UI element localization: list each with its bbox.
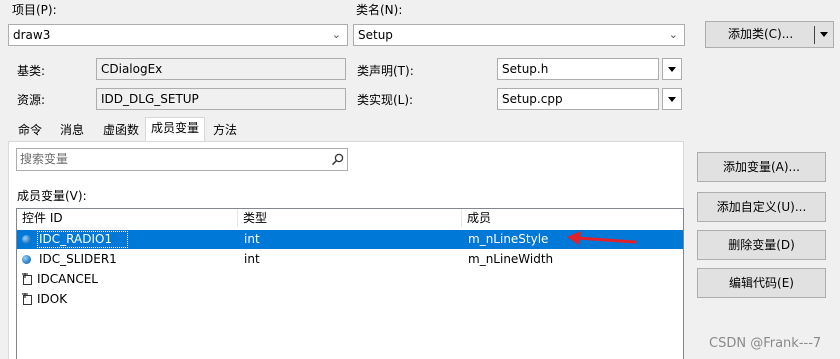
class-declaration-dropdown-button[interactable]: [662, 58, 682, 80]
column-header-member[interactable]: 成员: [467, 209, 491, 227]
control-icon: [22, 293, 32, 305]
row-type: int: [244, 252, 260, 266]
row-control-id: IDC_RADIO1: [39, 232, 113, 246]
add-class-label: 添加类(C)...: [728, 27, 794, 41]
chevron-down-icon: ⌄: [331, 28, 341, 41]
tab-label: 命令: [17, 123, 42, 137]
table-row[interactable]: IDOK: [17, 290, 683, 309]
add-variable-button[interactable]: 添加变量(A)...: [697, 152, 826, 182]
base-class-label: 基类:: [17, 64, 46, 78]
classname-value: Setup: [358, 28, 393, 42]
tab-label: 消息: [59, 123, 84, 137]
row-member: m_nLineWidth: [468, 252, 554, 266]
tab-label: 虚函数: [102, 123, 139, 137]
tab-messages[interactable]: 消息: [52, 119, 92, 141]
variable-icon: [22, 255, 31, 264]
member-list-label: 成员变量(V):: [17, 189, 87, 203]
tab-member-variables[interactable]: 成员变量: [145, 117, 205, 142]
table-row[interactable]: IDCANCEL: [17, 270, 683, 289]
column-divider[interactable]: [461, 209, 462, 227]
classname-combobox[interactable]: Setup ⌄: [353, 24, 685, 46]
chevron-down-icon: ⌄: [668, 28, 678, 41]
base-class-field: CDialogEx: [96, 58, 346, 80]
tab-methods[interactable]: 方法: [205, 119, 245, 141]
base-class-value: CDialogEx: [101, 62, 163, 76]
add-custom-button[interactable]: 添加自定义(U)...: [697, 192, 826, 222]
tab-commands[interactable]: 命令: [9, 119, 51, 141]
delete-variable-label: 删除变量(D): [728, 238, 795, 252]
row-member: m_nLineStyle: [468, 232, 549, 246]
row-control-id: IDOK: [37, 292, 68, 306]
tab-label: 成员变量: [150, 121, 199, 135]
class-implementation-value: Setup.cpp: [502, 92, 563, 106]
annotation-arrow-icon: [567, 231, 637, 245]
resource-field: IDD_DLG_SETUP: [96, 88, 346, 110]
classname-label: 类名(N):: [356, 3, 403, 17]
split-divider: [814, 26, 815, 44]
row-control-id: IDC_SLIDER1: [39, 252, 117, 266]
control-icon: [22, 273, 32, 285]
class-declaration-field[interactable]: Setup.h: [497, 58, 659, 80]
add-class-button[interactable]: 添加类(C)...: [705, 21, 834, 48]
row-type: int: [244, 232, 260, 246]
tab-virtual-functions[interactable]: 虚函数: [95, 119, 147, 141]
class-implementation-dropdown-button[interactable]: [662, 88, 682, 110]
search-icon: [331, 153, 344, 166]
delete-variable-button[interactable]: 删除变量(D): [697, 230, 826, 260]
edit-code-button[interactable]: 编辑代码(E): [697, 268, 826, 298]
variable-icon: [22, 235, 31, 244]
dropdown-arrow-icon: [668, 66, 676, 72]
dropdown-arrow-icon[interactable]: [820, 32, 828, 37]
dropdown-arrow-icon: [668, 96, 676, 102]
search-placeholder: 搜索变量: [20, 152, 69, 166]
class-implementation-field[interactable]: Setup.cpp: [497, 88, 659, 110]
project-label: 项目(P):: [12, 3, 57, 17]
edit-code-label: 编辑代码(E): [729, 276, 794, 290]
resource-value: IDD_DLG_SETUP: [101, 92, 199, 106]
class-declaration-label: 类声明(T):: [357, 64, 414, 78]
resource-label: 资源:: [17, 93, 46, 107]
class-implementation-label: 类实现(L):: [357, 93, 414, 107]
project-combobox[interactable]: draw3 ⌄: [8, 24, 348, 46]
table-row[interactable]: IDC_SLIDER1 int m_nLineWidth: [17, 250, 683, 269]
add-custom-label: 添加自定义(U)...: [716, 200, 807, 214]
class-declaration-value: Setup.h: [502, 62, 549, 76]
search-input[interactable]: 搜索变量: [16, 148, 348, 171]
tab-label: 方法: [212, 123, 237, 137]
column-header-type[interactable]: 类型: [243, 209, 267, 227]
add-variable-label: 添加变量(A)...: [722, 160, 801, 174]
project-value: draw3: [13, 28, 51, 42]
watermark: CSDN @Frank---7: [709, 336, 822, 351]
row-control-id: IDCANCEL: [37, 272, 98, 286]
column-header-control-id[interactable]: 控件 ID: [22, 209, 63, 227]
column-divider[interactable]: [237, 209, 238, 227]
